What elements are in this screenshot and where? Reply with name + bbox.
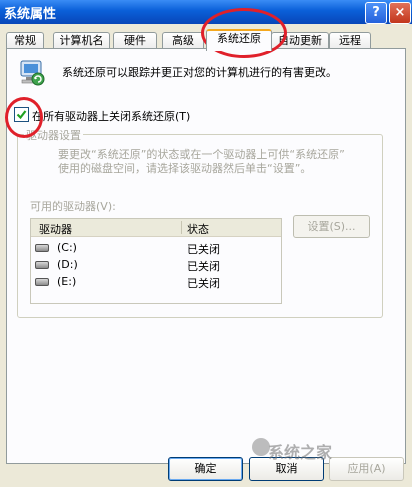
drive-status: 已关闭 — [187, 277, 220, 290]
tab-computer-name[interactable]: 计算机名 — [53, 32, 110, 49]
settings-button[interactable]: 设置(S)... — [293, 215, 370, 238]
ok-button[interactable]: 确定 — [168, 457, 243, 481]
tab-system-restore[interactable]: 系统还原 — [206, 29, 272, 51]
apply-button[interactable]: 应用(A) — [329, 457, 404, 481]
tab-strip: 常规 计算机名 硬件 高级 系统还原 自动更新 远程 — [0, 29, 412, 51]
watermark: 系统之家 — [268, 443, 333, 462]
drive-settings-description-line-2: 使用的磁盘空间，请选择该驱动器然后单击“设置”。 — [58, 162, 312, 175]
column-header-drive[interactable]: 驱动器 — [39, 221, 72, 237]
drive-row-d[interactable]: (D:) 已关闭 — [31, 256, 281, 274]
close-button[interactable]: × — [389, 2, 411, 24]
drive-settings-description-line-1: 要更改“系统还原”的状态或在一个驱动器上可供“系统还原” — [58, 148, 345, 161]
drive-settings-description: 要更改“系统还原”的状态或在一个驱动器上可供“系统还原” 使用的磁盘空间，请选择… — [58, 148, 345, 176]
drive-icon — [35, 244, 49, 252]
drive-row-c[interactable]: (C:) 已关闭 — [31, 239, 281, 257]
list-header: 驱动器 状态 — [31, 219, 281, 237]
tab-general[interactable]: 常规 — [6, 32, 44, 49]
drive-row-e[interactable]: (E:) 已关闭 — [31, 273, 281, 291]
help-button[interactable]: ? — [365, 2, 387, 24]
drive-name: (D:) — [57, 258, 78, 271]
drive-icon — [35, 278, 49, 286]
tab-hardware[interactable]: 硬件 — [113, 32, 157, 49]
system-restore-icon — [20, 60, 45, 86]
intro-text: 系统还原可以跟踪并更正对您的计算机进行的有害更改。 — [62, 66, 337, 79]
window-title: 系统属性 — [4, 7, 57, 22]
drive-icon — [35, 261, 49, 269]
available-drives-label: 可用的驱动器(V): — [30, 200, 116, 213]
tab-remote[interactable]: 远程 — [329, 32, 371, 49]
available-drives-list[interactable]: 驱动器 状态 (C:) 已关闭 (D:) 已关闭 (E:) 已关闭 — [30, 218, 282, 304]
highlight-circle-checkbox — [5, 97, 43, 138]
column-header-status[interactable]: 状态 — [187, 221, 209, 237]
drive-status: 已关闭 — [187, 243, 220, 256]
tab-advanced[interactable]: 高级 — [162, 32, 204, 49]
column-divider — [181, 221, 182, 234]
drive-name: (C:) — [57, 241, 77, 254]
drive-name: (E:) — [57, 275, 77, 288]
drive-status: 已关闭 — [187, 260, 220, 273]
turn-off-restore-label: 在所有驱动器上关闭系统还原(T) — [32, 110, 191, 123]
